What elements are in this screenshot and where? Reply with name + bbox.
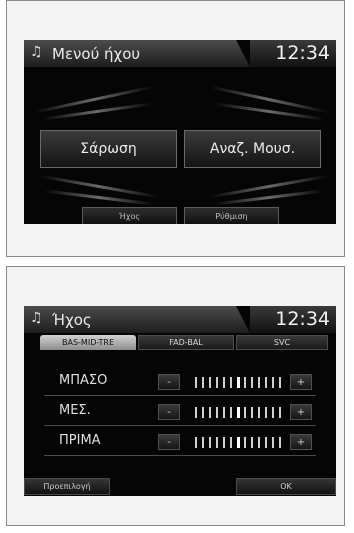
ribbon-decoration — [209, 174, 329, 199]
level-tick — [265, 377, 267, 388]
level-tick — [223, 437, 225, 448]
row-divider — [44, 455, 316, 456]
level-tick — [272, 407, 274, 418]
tab-bas-mid-tre[interactable]: BAS-MID-TRE — [40, 335, 136, 350]
setup-button[interactable]: Ρύθμιση — [184, 207, 279, 224]
level-tick — [251, 407, 253, 418]
mid-minus-button[interactable]: - — [158, 404, 180, 420]
page-title: Ήχος — [52, 311, 92, 329]
level-tick — [258, 437, 260, 448]
level-tick — [272, 377, 274, 388]
clock: 12:34 — [275, 42, 330, 64]
tab-fad-bal[interactable]: FAD-BAL — [138, 335, 234, 350]
level-tick — [244, 437, 246, 448]
default-button[interactable]: Προεπιλογή — [24, 478, 110, 495]
level-center-tick — [237, 437, 240, 448]
row-divider — [44, 425, 316, 426]
level-tick — [223, 377, 225, 388]
audio-menu-header: ♫ Μενού ήχου 12:34 — [24, 40, 336, 67]
sound-settings-screen: ♫ Ήχος 12:34 BAS-MID-TRE FAD-BAL SVC ΜΠΑ… — [24, 306, 336, 496]
level-tick — [244, 377, 246, 388]
treble-level-scale[interactable] — [195, 437, 285, 448]
level-tick — [202, 377, 204, 388]
level-tick — [209, 377, 211, 388]
level-tick — [195, 437, 197, 448]
ribbon-decoration — [39, 174, 159, 199]
ribbon-decoration — [34, 85, 154, 114]
level-tick — [251, 377, 253, 388]
level-tick — [216, 407, 218, 418]
mid-plus-button[interactable]: + — [290, 404, 312, 420]
bass-row: ΜΠΑΣΟ - + — [24, 369, 336, 396]
audio-menu-screen: ♫ Μενού ήχου 12:34 Σάρωση Αναζ. Μουσ. Ήχ… — [24, 40, 336, 224]
bass-minus-button[interactable]: - — [158, 374, 180, 390]
mid-row: ΜΕΣ. - + — [24, 399, 336, 426]
level-center-tick — [237, 377, 240, 388]
mid-level-scale[interactable] — [195, 407, 285, 418]
tab-svc[interactable]: SVC — [236, 335, 328, 350]
level-tick — [258, 377, 260, 388]
sound-button[interactable]: Ήχος — [82, 207, 177, 224]
header-notch — [236, 40, 250, 67]
level-tick — [244, 407, 246, 418]
level-tick — [195, 377, 197, 388]
bass-label: ΜΠΑΣΟ — [59, 373, 108, 388]
level-tick — [251, 437, 253, 448]
level-tick — [202, 437, 204, 448]
clock: 12:34 — [275, 308, 330, 330]
level-tick — [272, 437, 274, 448]
treble-minus-button[interactable]: - — [158, 434, 180, 450]
scan-button[interactable]: Σάρωση — [40, 130, 177, 168]
music-note-icon: ♫ — [30, 44, 43, 60]
level-tick — [216, 377, 218, 388]
ribbon-decoration — [214, 102, 324, 121]
level-tick — [195, 407, 197, 418]
level-tick — [223, 407, 225, 418]
level-tick — [230, 377, 232, 388]
bass-level-scale[interactable] — [195, 377, 285, 388]
level-tick — [265, 407, 267, 418]
level-tick — [279, 407, 281, 418]
level-tick — [279, 437, 281, 448]
page-title: Μενού ήχου — [52, 45, 141, 63]
level-tick — [202, 407, 204, 418]
treble-label: ΠΡΙΜΑ — [59, 433, 101, 448]
level-center-tick — [237, 407, 240, 418]
level-tick — [279, 377, 281, 388]
level-tick — [265, 437, 267, 448]
mid-label: ΜΕΣ. — [59, 403, 91, 418]
treble-row: ΠΡΙΜΑ - + — [24, 429, 336, 456]
row-divider — [44, 395, 316, 396]
level-tick — [209, 407, 211, 418]
treble-plus-button[interactable]: + — [290, 434, 312, 450]
level-tick — [230, 437, 232, 448]
bass-plus-button[interactable]: + — [290, 374, 312, 390]
level-tick — [216, 437, 218, 448]
level-tick — [209, 437, 211, 448]
level-tick — [230, 407, 232, 418]
sound-header: ♫ Ήχος 12:34 — [24, 306, 336, 333]
header-notch — [236, 306, 250, 333]
level-tick — [258, 407, 260, 418]
ok-button[interactable]: OK — [236, 478, 336, 495]
music-note-icon: ♫ — [30, 310, 43, 326]
music-search-button[interactable]: Αναζ. Μουσ. — [184, 130, 321, 168]
